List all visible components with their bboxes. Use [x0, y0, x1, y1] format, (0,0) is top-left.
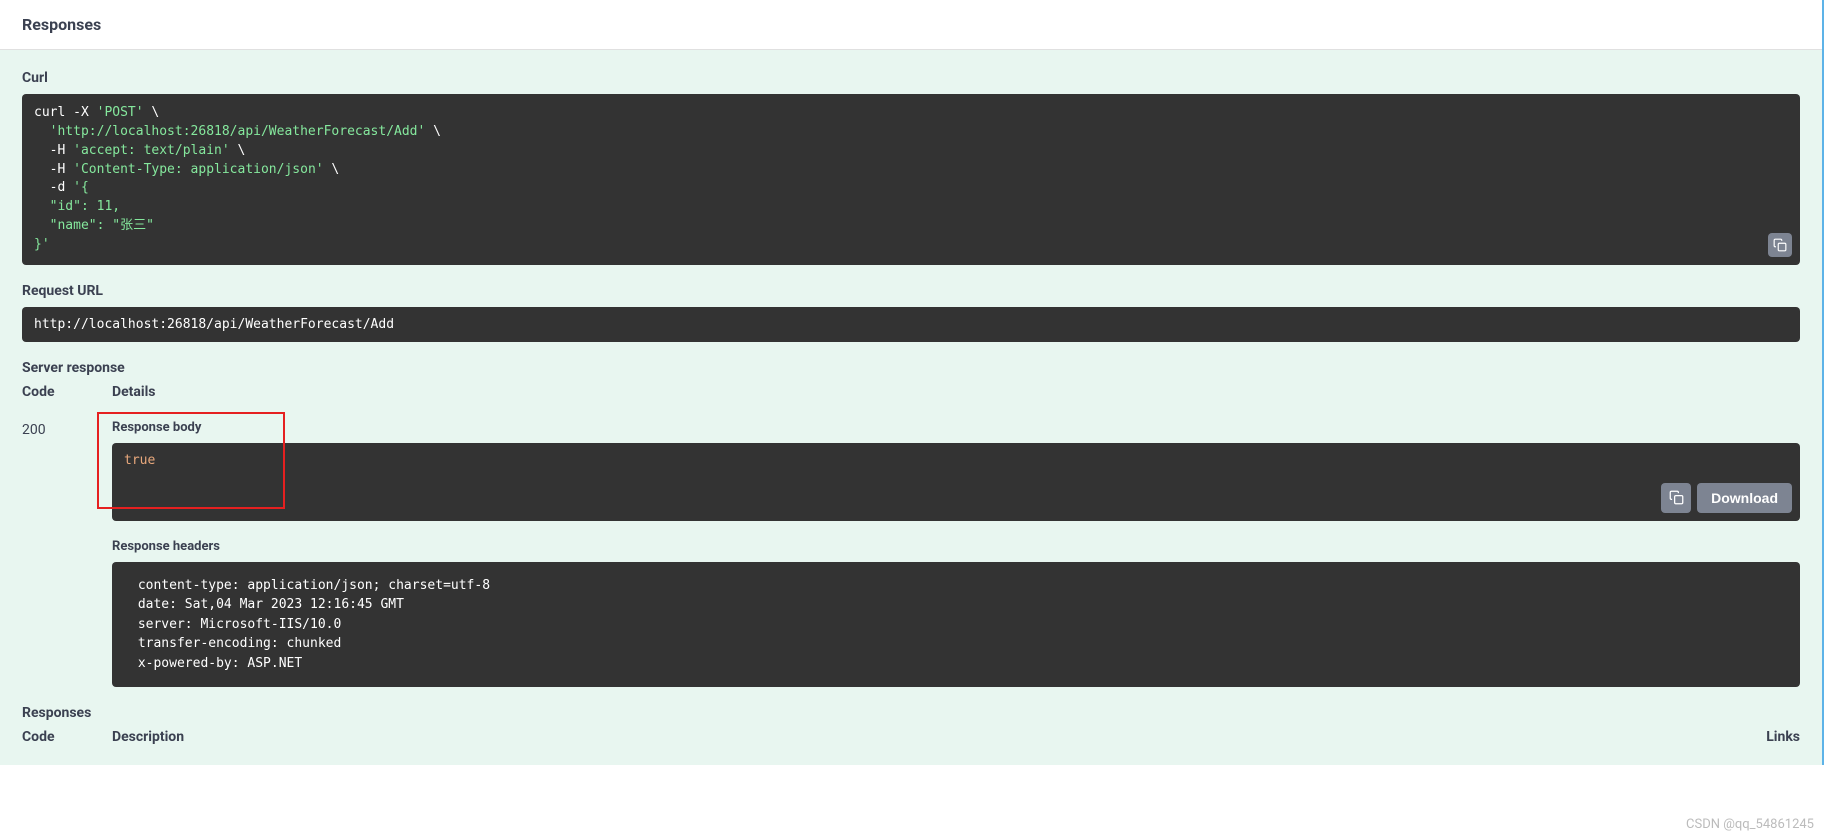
- request-url-block: http://localhost:26818/api/WeatherForeca…: [22, 307, 1800, 342]
- server-response-table-header: Code Details: [22, 384, 1800, 400]
- clipboard-icon: [1773, 238, 1787, 252]
- request-url-label: Request URL: [22, 283, 1800, 299]
- clipboard-icon: [1669, 490, 1684, 505]
- curl-block: curl -X 'POST' \ 'http://localhost:26818…: [22, 94, 1800, 265]
- response-headers-block: content-type: application/json; charset=…: [112, 562, 1800, 688]
- code-column-header: Code: [22, 384, 112, 400]
- details-column-header: Details: [112, 384, 1800, 400]
- watermark: CSDN @qq_54861245: [1686, 817, 1814, 832]
- copy-body-button[interactable]: [1661, 483, 1691, 513]
- responses-description-header: Description: [112, 729, 184, 745]
- response-details: Response body true Download Response hea…: [112, 420, 1800, 706]
- responses-code-header: Code: [22, 729, 112, 745]
- response-body-block: true Download: [112, 443, 1800, 521]
- responses-inner: Curl curl -X 'POST' \ 'http://localhost:…: [0, 50, 1822, 765]
- responses-title: Responses: [22, 15, 1800, 34]
- copy-curl-button[interactable]: [1768, 233, 1792, 257]
- responses-header: Responses: [0, 0, 1822, 50]
- responses-section-label: Responses: [22, 705, 1800, 721]
- curl-label: Curl: [22, 70, 1800, 86]
- status-code: 200: [22, 420, 112, 706]
- responses-table-header: Code Description Links: [22, 729, 1800, 745]
- response-body-label: Response body: [112, 420, 1800, 435]
- curl-command-text: curl -X 'POST' \ 'http://localhost:26818…: [34, 105, 441, 252]
- download-button[interactable]: Download: [1697, 483, 1792, 513]
- responses-links-header: Links: [1766, 729, 1800, 745]
- server-response-label: Server response: [22, 360, 1800, 376]
- response-body-value: true: [124, 453, 155, 468]
- response-row: 200 Response body true Download: [22, 420, 1800, 706]
- response-headers-label: Response headers: [112, 539, 1800, 554]
